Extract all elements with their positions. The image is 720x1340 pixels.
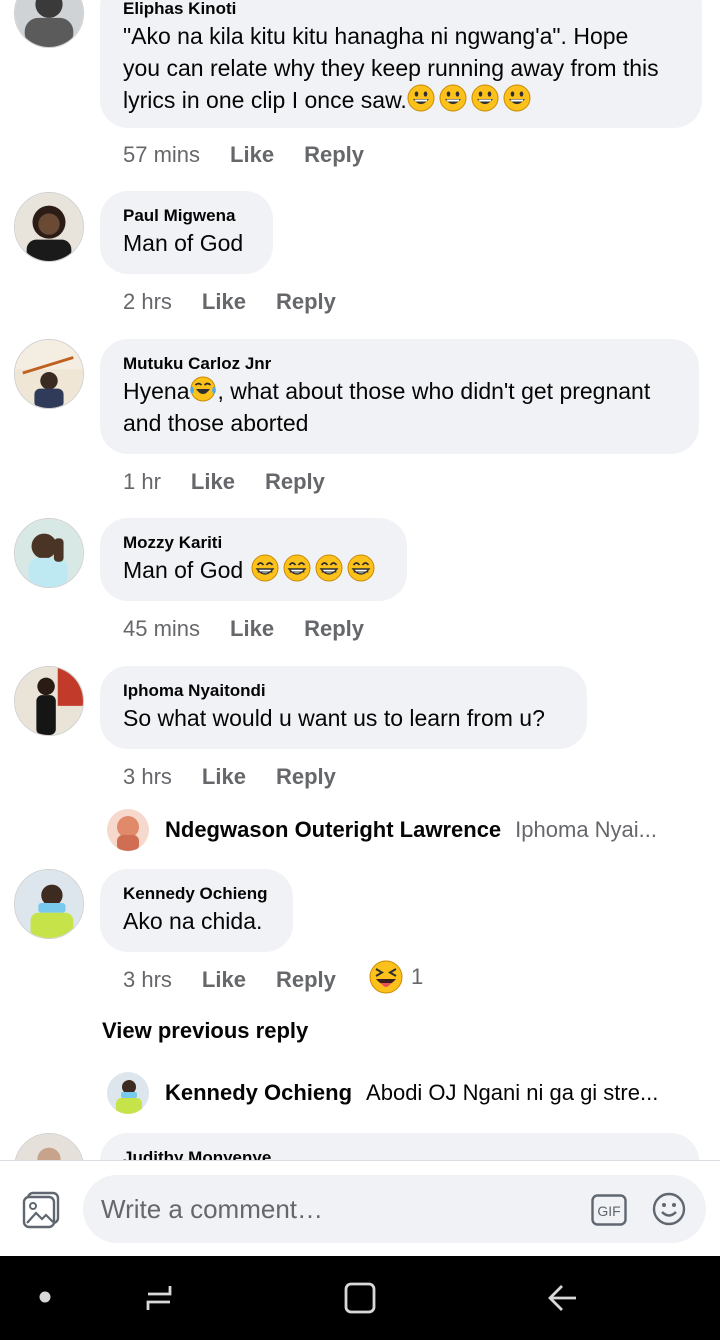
avatar[interactable] [14,666,84,736]
reaction-count: 1 [411,964,424,989]
comment-composer: Write a comment… GIF [0,1160,720,1257]
comment-text-span: Man of God [123,557,244,583]
comment-bubble[interactable]: Paul Migwena Man of God [100,191,273,274]
comment-author[interactable]: Iphoma Nyaitondi [123,680,565,702]
comment-bubble[interactable]: Eliphas Kinoti "Ako na kila kitu kitu ha… [100,0,702,128]
comment-time: 3 hrs [123,764,172,789]
like-button[interactable]: Like [191,468,235,496]
comment-meta: 2 hrs Like Reply [123,288,366,316]
comment-time: 45 mins [123,616,201,641]
avatar[interactable] [14,869,84,939]
like-button[interactable]: Like [202,288,246,316]
grinning-face-emoji-icon [503,84,531,112]
comment-text-span: , what about those who didn't get pregna… [217,378,651,404]
reply-button[interactable]: Reply [265,468,325,496]
comment-text-line: lyrics in one clip I once saw. [123,84,680,116]
reply-preview[interactable]: Ndegwason Outeright Lawrence Iphoma Nyai… [107,808,697,852]
comment-time: 2 hrs [123,289,172,314]
avatar[interactable] [14,339,84,409]
comment-bubble[interactable]: Mutuku Carloz Jnr Hyena , what about thos… [100,339,699,454]
comment-text: Man of God [123,554,385,586]
beaming-face-emoji-icon [347,554,375,582]
beaming-face-emoji-icon [315,554,343,582]
avatar[interactable] [14,1133,84,1160]
home-icon[interactable] [343,1280,377,1316]
comment-bubble[interactable]: Iphoma Nyaitondi So what would u want us… [100,666,587,749]
like-button[interactable]: Like [202,763,246,791]
back-icon[interactable] [544,1280,580,1316]
reply-button[interactable]: Reply [304,615,364,643]
comment-text-span: lyrics in one clip I once saw. [123,87,407,113]
recent-apps-icon[interactable] [142,1280,176,1316]
comment-text-line: you can relate why they keep running awa… [123,55,659,81]
reply-text: Abodi OJ Ngani ni ga gi stre... [366,1080,659,1105]
view-previous-reply-link[interactable]: View previous reply [102,1018,308,1044]
reply-button[interactable]: Reply [276,288,336,316]
comment-author[interactable]: Kennedy Ochieng [123,883,271,905]
dot-indicator-icon [39,1291,51,1303]
reply-button[interactable]: Reply [304,141,364,169]
comment-time: 3 hrs [123,967,172,992]
comment-time: 1 hr [123,469,161,494]
reply-preview[interactable]: Kennedy Ochieng Abodi OJ Ngani ni ga gi … [107,1071,697,1115]
grinning-face-emoji-icon [471,84,499,112]
comment-time: 57 mins [123,142,201,167]
comment-bubble[interactable]: Judithy Monyenye [100,1133,699,1160]
grinning-face-emoji-icon [407,84,435,112]
beaming-face-emoji-icon [251,554,279,582]
like-button[interactable]: Like [230,615,274,643]
reaction-summary[interactable]: 1 [369,960,423,994]
emoji-button[interactable] [652,1192,686,1231]
smiley-icon [652,1192,686,1226]
avatar[interactable] [14,518,84,588]
grinning-face-emoji-icon [439,84,467,112]
like-button[interactable]: Like [202,966,246,994]
gif-label: GIF [597,1203,620,1219]
photo-icon[interactable] [22,1191,60,1229]
comment-author[interactable]: Paul Migwena [123,205,251,227]
avatar[interactable] [14,0,84,48]
beaming-face-emoji-icon [283,554,311,582]
comment-bubble[interactable]: Kennedy Ochieng Ako na chida. [100,869,293,952]
comment-feed: Eliphas Kinoti "Ako na kila kitu kitu ha… [0,0,720,1160]
gif-button[interactable]: GIF [591,1194,627,1231]
reply-text: Iphoma Nyai... [515,817,658,842]
comment-author[interactable]: Judithy Monyenye [123,1147,677,1160]
comment-bubble[interactable]: Mozzy Kariti Man of God [100,518,407,601]
comment-text: Man of God [123,230,244,256]
reply-button[interactable]: Reply [276,966,336,994]
comment-meta: 3 hrs Like Reply [123,966,366,994]
comment-author[interactable]: Mozzy Kariti [123,532,385,554]
comment-text-line: Hyena , what about those who didn't get p… [123,375,677,407]
comment-meta: 1 hr Like Reply [123,468,355,496]
avatar[interactable] [14,192,84,262]
comment-text-line: "Ako na kila kitu kitu hanagha ni ngwang… [123,23,629,49]
comment-text-line: and those aborted [123,410,309,436]
reply-author[interactable]: Ndegwason Outeright Lawrence [165,817,501,843]
comment-input-placeholder: Write a comment… [101,1194,324,1224]
comment-meta: 57 mins Like Reply [123,141,394,169]
comment-text-span: Hyena [123,378,190,404]
face-with-tears-of-joy-emoji-icon [189,375,217,403]
reply-button[interactable]: Reply [276,763,336,791]
comment-text: Hyena , what about those who didn't get p… [123,375,677,439]
reply-author[interactable]: Kennedy Ochieng [165,1080,352,1106]
reply-avatar[interactable] [107,1072,149,1114]
comment-text: Ako na chida. [123,908,263,934]
comment-text: So what would u want us to learn from u? [123,705,545,731]
reply-avatar[interactable] [107,809,149,851]
gif-icon: GIF [591,1194,627,1226]
comment-author[interactable]: Eliphas Kinoti [123,0,680,20]
system-navigation-bar [0,1256,720,1340]
like-button[interactable]: Like [230,141,274,169]
comment-author[interactable]: Mutuku Carloz Jnr [123,353,677,375]
squinting-face-with-tongue-emoji-icon [369,960,403,994]
comment-text: "Ako na kila kitu kitu hanagha ni ngwang… [123,20,680,116]
comment-meta: 3 hrs Like Reply [123,763,366,791]
comment-meta: 45 mins Like Reply [123,615,394,643]
